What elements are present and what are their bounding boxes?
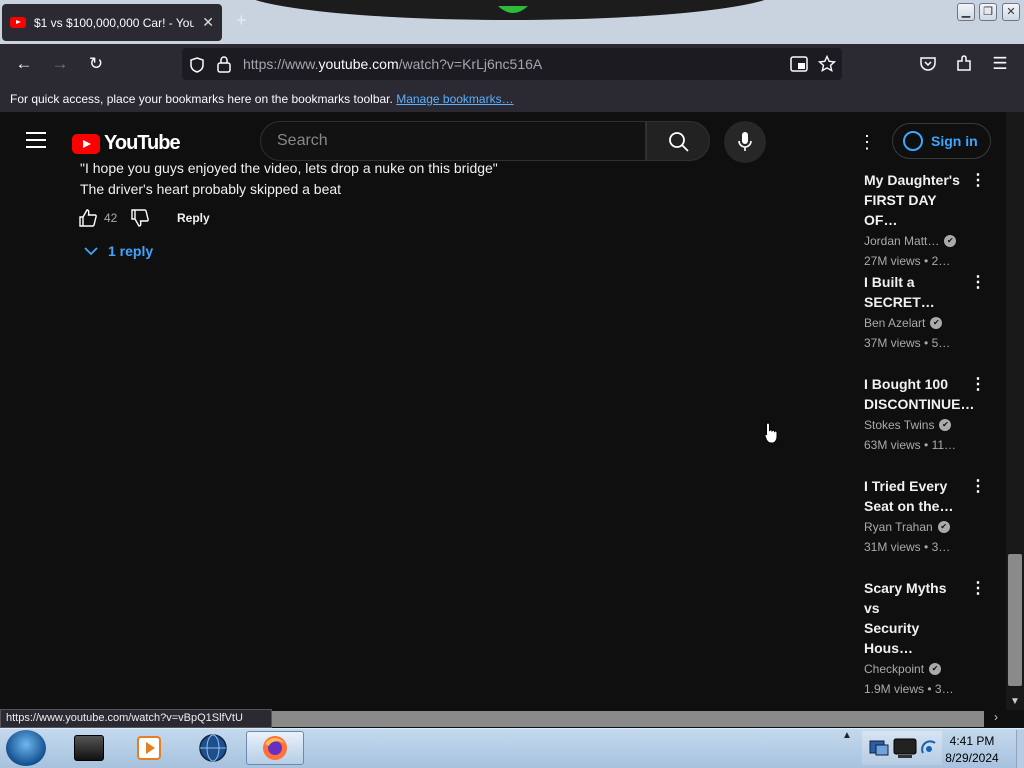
show-hidden-icons-icon[interactable]: ▲ (842, 730, 858, 741)
display-icon[interactable] (892, 736, 918, 760)
new-tab-button[interactable]: + (236, 10, 247, 31)
tab-youtube[interactable]: $1 vs $100,000,000 Car! - YouTube ✕ (2, 4, 222, 41)
voice-search-button[interactable] (724, 121, 766, 163)
taskbar-app-terminal[interactable] (60, 731, 118, 765)
like-thumbs-up-icon[interactable] (78, 208, 98, 228)
clock-date: 8/29/2024 (945, 751, 999, 765)
video-more-icon[interactable]: ⋮ (970, 170, 986, 190)
youtube-page: YouTube Search ⋮ Sign in "I hope you guy… (0, 112, 1006, 710)
start-button[interactable] (6, 730, 46, 766)
extensions-icon[interactable] (955, 55, 973, 73)
video-more-icon[interactable]: ⋮ (970, 578, 986, 598)
close-tab-icon[interactable]: ✕ (202, 14, 214, 31)
video-more-icon[interactable]: ⋮ (970, 476, 986, 496)
show-desktop-button[interactable] (1016, 730, 1024, 768)
pocket-icon[interactable] (919, 55, 937, 73)
clock-time: 4:41 PM (949, 734, 995, 748)
video-metadata: 1.9M views • 3… (864, 682, 954, 696)
recommended-video[interactable]: I Bought 100 DISCONTINUE… Stokes Twins ✔ 6… (864, 374, 984, 452)
video-title: Scary Myths vs Security Hous… (864, 580, 947, 656)
guide-menu-icon[interactable] (26, 132, 46, 148)
comment-text-line: "I hope you guys enjoyed the video, lets… (80, 160, 498, 176)
verified-badge-icon: ✔ (944, 235, 957, 247)
minimize-button[interactable]: ▁ (957, 3, 975, 21)
sign-in-button[interactable]: Sign in (892, 123, 991, 159)
link-status-url: https://www.youtube.com/watch?v=vBpQ1Slf… (0, 709, 272, 728)
video-title: I Tried Every Seat on the… (864, 478, 954, 514)
url-text[interactable]: https://www.youtube.com/watch?v=KrLj6nc5… (243, 56, 542, 72)
close-window-button[interactable]: ✕ (1002, 3, 1020, 21)
terminal-icon (74, 735, 104, 761)
video-more-icon[interactable]: ⋮ (970, 272, 986, 292)
back-button[interactable]: ← (13, 54, 35, 74)
globe-icon (199, 734, 227, 762)
youtube-favicon-icon (10, 17, 26, 28)
video-metadata: 37M views • 5… (864, 336, 951, 350)
manage-bookmarks-link[interactable]: Manage bookmarks… (396, 92, 513, 106)
channel-name: Checkpoint ✔ (864, 662, 984, 676)
system-clock[interactable]: 4:41 PM 8/29/2024 (930, 733, 1014, 767)
video-title: I Bought 100 DISCONTINUE… (864, 376, 975, 412)
channel-name: Ben Azelart ✔ (864, 316, 984, 330)
picture-in-picture-icon[interactable] (790, 56, 808, 72)
search-button[interactable] (646, 121, 710, 161)
forward-button[interactable]: → (49, 54, 71, 74)
recommended-video[interactable]: My Daughter's FIRST DAY OF… Jordan Matt… ✔… (864, 170, 984, 268)
verified-badge-icon: ✔ (929, 663, 942, 675)
bookmark-star-icon[interactable] (818, 55, 836, 73)
recommended-video[interactable]: Scary Myths vs Security Hous… Checkpoint ✔… (864, 578, 984, 696)
verified-badge-icon: ✔ (939, 419, 952, 431)
media-player-icon (137, 736, 161, 760)
settings-more-icon[interactable]: ⋮ (858, 132, 876, 153)
chevron-down-icon (84, 247, 98, 256)
channel-name: Ryan Trahan ✔ (864, 520, 984, 534)
youtube-logo[interactable]: YouTube (72, 132, 181, 155)
bookmarks-hint: For quick access, place your bookmarks h… (10, 92, 393, 106)
microphone-icon (738, 132, 752, 151)
like-count: 42 (104, 211, 118, 225)
channel-name: Stokes Twins ✔ (864, 418, 984, 432)
taskbar-app-firefox[interactable] (246, 731, 304, 765)
taskbar-app-network[interactable] (184, 731, 242, 765)
youtube-play-icon (72, 133, 100, 154)
verified-badge-icon: ✔ (937, 521, 950, 533)
firefox-icon (263, 736, 287, 760)
reload-button[interactable]: ↻ (85, 54, 107, 74)
scroll-down-arrow-icon[interactable]: ▼ (1010, 696, 1020, 707)
channel-name: Jordan Matt… ✔ (864, 234, 984, 248)
scroll-right-arrow-icon[interactable]: › (994, 710, 998, 724)
restore-button[interactable]: ❐ (979, 3, 997, 21)
view-replies-button[interactable]: 1 reply (84, 243, 153, 259)
reply-button[interactable]: Reply (177, 211, 210, 225)
recommended-video[interactable]: I Built a SECRET… Ben Azelart ✔ 37M views … (864, 272, 984, 350)
app-menu-icon[interactable]: ☰ (989, 54, 1011, 74)
search-icon (669, 132, 689, 152)
lock-icon[interactable] (216, 55, 232, 73)
video-metadata: 31M views • 3… (864, 540, 951, 554)
action-center-icon[interactable] (868, 737, 890, 759)
replies-label: 1 reply (108, 243, 154, 259)
video-title: My Daughter's FIRST DAY OF… (864, 172, 960, 228)
sign-in-label: Sign in (931, 133, 978, 149)
scrollbar-thumb[interactable] (1008, 554, 1022, 686)
youtube-logo-text: YouTube (104, 132, 181, 154)
hand-pointer-cursor-icon (764, 422, 778, 444)
recommended-video[interactable]: I Tried Every Seat on the… Ryan Trahan ✔ 3… (864, 476, 984, 554)
horizontal-scrollbar[interactable] (272, 711, 984, 727)
taskbar-app-media-player[interactable] (120, 731, 178, 765)
video-metadata: 63M views • 11… (864, 438, 957, 452)
bookmarks-toolbar: For quick access, place your bookmarks h… (0, 86, 1024, 112)
search-input[interactable]: Search (260, 121, 646, 161)
decoration-icon (498, 6, 528, 13)
verified-badge-icon: ✔ (930, 317, 943, 329)
video-more-icon[interactable]: ⋮ (970, 374, 986, 394)
tab-title: $1 vs $100,000,000 Car! - YouTube (34, 15, 195, 30)
comment-text-line: The driver's heart probably skipped a be… (80, 181, 342, 197)
video-title: I Built a SECRET… (864, 274, 935, 310)
account-icon (903, 131, 923, 151)
tracking-protection-shield-icon[interactable] (188, 56, 206, 74)
dislike-thumbs-down-icon[interactable] (130, 208, 150, 228)
video-metadata: 27M views • 2… (864, 254, 951, 268)
